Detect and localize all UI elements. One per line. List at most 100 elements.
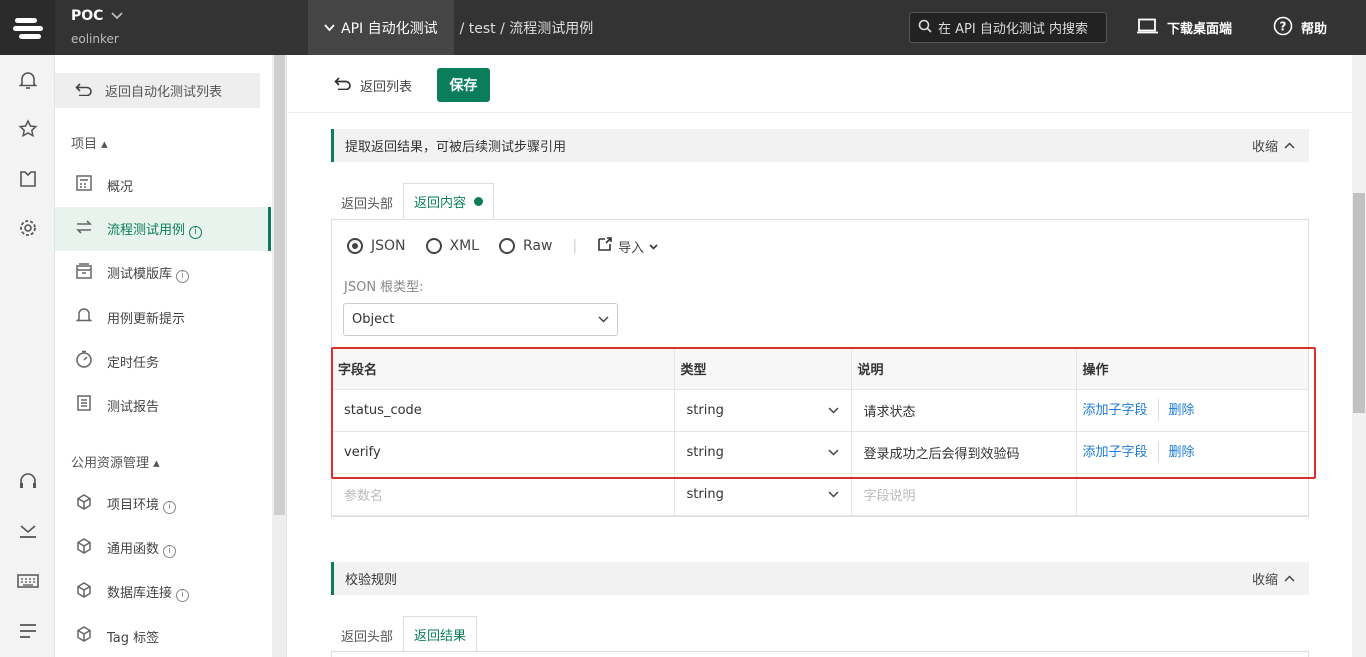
toolbar: 返回列表 保存 [288, 55, 1352, 113]
info-icon[interactable]: i [176, 269, 190, 283]
sidebar-item-common-functions[interactable]: 通用函数 i [55, 526, 271, 570]
new-param-name-input[interactable]: 参数名 [332, 473, 675, 516]
menu-lines-icon[interactable] [0, 616, 55, 646]
info-icon[interactable]: i [176, 588, 190, 602]
root-type-value: Object [352, 312, 395, 327]
headset-icon[interactable] [0, 466, 55, 496]
root-type-label: JSON 根类型: [344, 280, 424, 295]
sidebar-item-label: 项目环境 [107, 498, 160, 514]
monitor-icon [1137, 18, 1159, 38]
sidebar-item-test-reports[interactable]: 测试报告 [55, 383, 271, 427]
chevron-down-icon [598, 312, 609, 327]
back-to-test-list-button[interactable]: 返回自动化测试列表 [55, 73, 260, 108]
tab-response-headers[interactable]: 返回头部 [331, 618, 403, 652]
radio-checked-icon [347, 238, 363, 254]
keyboard-icon[interactable] [0, 566, 55, 596]
format-radios: JSON XML Raw | 导入 [347, 236, 658, 256]
chevron-down-icon [827, 487, 839, 502]
highlight-box [331, 347, 1316, 479]
search-icon [918, 19, 932, 37]
chevron-down-icon [324, 20, 335, 36]
chevron-up-icon [1284, 571, 1295, 586]
sidebar-item-scheduled-tasks[interactable]: 定时任务 [55, 339, 271, 383]
tab-response-body[interactable]: 返回内容 [403, 183, 495, 219]
sidebar-item-db-connection[interactable]: 数据库连接 i [55, 570, 271, 614]
breadcrumb-path[interactable]: / test / 流程测试用例 [454, 18, 594, 38]
star-icon[interactable] [0, 114, 55, 144]
sidebar-item-flow-test-cases[interactable]: 流程测试用例 i [55, 207, 271, 251]
radio-unchecked-icon [425, 238, 442, 254]
type-value: string [686, 486, 724, 502]
download-tray-icon[interactable] [0, 516, 55, 546]
module-switcher[interactable]: API 自动化测试 [308, 0, 454, 55]
project-name: POC [71, 8, 104, 24]
verify-section-title: 校验规则 [345, 573, 398, 588]
radio-raw[interactable]: Raw [499, 238, 552, 254]
radio-xml[interactable]: XML [425, 238, 479, 254]
back-to-list-button[interactable]: 返回列表 [334, 69, 412, 101]
cube-icon [75, 537, 93, 559]
bell-icon[interactable] [0, 65, 55, 95]
divider: | [572, 238, 578, 254]
info-icon[interactable]: i [189, 225, 203, 239]
sidebar-item-label: 测试报告 [107, 399, 160, 415]
radio-unchecked-icon [499, 238, 515, 254]
sidebar: 返回自动化测试列表 项目 ▴ 概况 流程测试用例 i 测试模版库 i 用例更新提示 … [55, 55, 287, 657]
return-arrow-icon [334, 76, 352, 94]
flow-icon [75, 219, 93, 239]
collapse-button[interactable]: 收缩 [1252, 136, 1295, 155]
sidebar-item-project-env[interactable]: 项目环境 i [55, 482, 271, 526]
sidebar-item-label: 流程测试用例 [107, 223, 186, 239]
cube-icon [75, 581, 93, 603]
caret-up-icon: ▴ [101, 137, 108, 152]
download-desktop-button[interactable]: 下载桌面端 [1137, 0, 1232, 55]
help-icon: ? [1273, 16, 1293, 40]
gear-icon[interactable] [0, 213, 55, 243]
shirt-icon[interactable] [0, 164, 55, 194]
search-input[interactable]: 在 API 自动化测试 内搜索 [909, 12, 1107, 43]
radio-label: Raw [523, 238, 553, 254]
main-scroll-thumb[interactable] [1353, 193, 1365, 413]
box-icon [75, 262, 93, 284]
section-public-resources[interactable]: 公用资源管理 ▴ [71, 452, 160, 471]
sidebar-item-label: 测试模版库 [107, 267, 173, 283]
sidebar-item-case-update[interactable]: 用例更新提示 [55, 295, 271, 339]
section-project-label: 项目 [71, 137, 98, 152]
sidebar-item-label: 数据库连接 [107, 586, 173, 602]
return-arrow-icon [75, 82, 93, 100]
download-label: 下载桌面端 [1167, 22, 1233, 37]
collapse-button[interactable]: 收缩 [1252, 569, 1295, 588]
section-project[interactable]: 项目 ▴ [71, 133, 108, 152]
chevron-down-icon [111, 8, 124, 24]
root-type-select[interactable]: Object [343, 303, 618, 336]
sidebar-item-label: 通用函数 [107, 542, 160, 558]
sidebar-scroll-thumb[interactable] [274, 55, 285, 515]
timer-icon [75, 350, 93, 372]
section-public-label: 公用资源管理 [71, 456, 150, 471]
eolinker-logo[interactable] [0, 0, 55, 55]
info-icon[interactable]: i [163, 500, 177, 514]
sidebar-item-test-templates[interactable]: 测试模版库 i [55, 251, 271, 295]
project-switcher[interactable]: POC eolinker [55, 0, 308, 55]
new-desc-input[interactable]: 字段说明 [851, 473, 1077, 516]
sidebar-item-tags[interactable]: Tag 标签 [55, 614, 271, 657]
report-icon [75, 394, 93, 416]
sidebar-scrollbar[interactable] [272, 55, 286, 657]
icon-rail [0, 55, 55, 657]
row-actions-empty [1076, 473, 1308, 516]
verify-section-header: 校验规则 收缩 [331, 562, 1309, 595]
radio-json[interactable]: JSON [347, 238, 406, 254]
tab-response-result[interactable]: 返回结果 [403, 616, 478, 652]
save-button[interactable]: 保存 [437, 68, 490, 102]
back-label: 返回自动化测试列表 [105, 85, 223, 100]
tab-response-headers[interactable]: 返回头部 [331, 185, 403, 219]
type-select[interactable]: string [674, 473, 852, 516]
sidebar-item-overview[interactable]: 概况 [55, 163, 271, 207]
import-dropdown[interactable]: 导入 [597, 236, 658, 256]
help-button[interactable]: ? 帮助 [1273, 0, 1327, 55]
info-icon[interactable]: i [163, 544, 177, 558]
main-scrollbar[interactable] [1352, 55, 1366, 657]
chevron-up-icon [1284, 138, 1295, 153]
top-bar: POC eolinker API 自动化测试 / test / 流程测试用例 在… [0, 0, 1366, 55]
radio-label: JSON [371, 238, 406, 254]
